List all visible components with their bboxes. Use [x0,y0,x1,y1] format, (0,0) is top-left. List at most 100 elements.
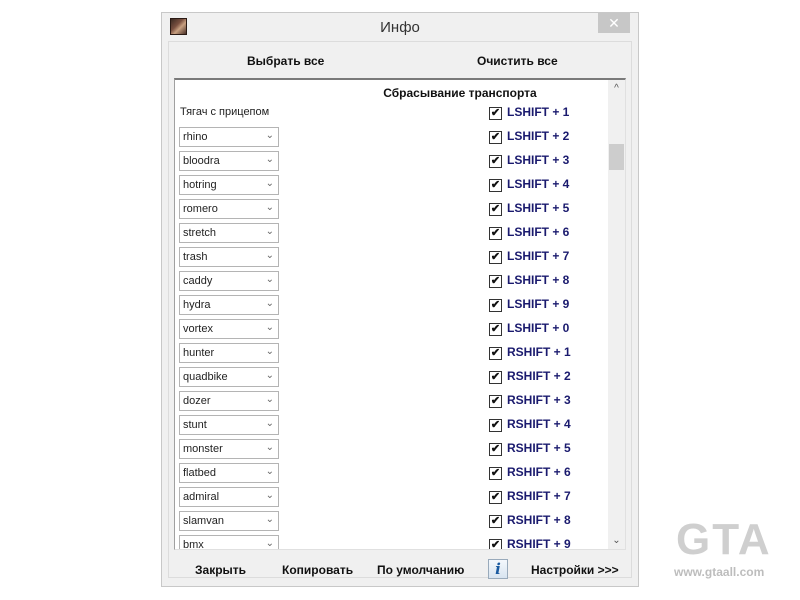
checkmark-icon: ✔ [490,227,501,239]
vehicle-select[interactable]: vortex ⌄ [179,319,279,339]
default-button[interactable]: По умолчанию [377,563,464,577]
hotkey-checkbox[interactable]: ✔ [489,539,502,550]
chevron-down-icon[interactable]: ⌄ [266,130,274,141]
chevron-down-icon[interactable]: ⌄ [266,370,274,381]
hotkey-checkbox[interactable]: ✔ [489,395,502,408]
vehicle-select[interactable]: hunter ⌄ [179,343,279,363]
info-button[interactable]: i [488,559,508,579]
checkmark-icon: ✔ [490,491,501,503]
chevron-down-icon[interactable]: ⌄ [266,226,274,237]
section-title: Сбрасывание транспорта [383,86,537,100]
vehicle-select[interactable]: hotring ⌄ [179,175,279,195]
scroll-down-arrow-icon[interactable]: ⌄ [608,532,625,549]
hotkey-checkbox[interactable]: ✔ [489,419,502,432]
vehicle-select[interactable]: bmx ⌄ [179,535,279,549]
hotkey-label: LSHIFT + 1 [507,105,570,119]
info-window: Инфо ✕ Выбрать все Очистить все Сбрасыва… [161,12,639,587]
chevron-down-icon[interactable]: ⌄ [266,274,274,285]
hotkey-label: LSHIFT + 9 [507,297,570,311]
checkmark-icon: ✔ [490,203,501,215]
hotkey-checkbox[interactable]: ✔ [489,515,502,528]
vehicle-select[interactable]: trash ⌄ [179,247,279,267]
scroll-up-arrow-icon[interactable]: ^ [608,80,625,97]
hotkey-checkbox[interactable]: ✔ [489,323,502,336]
vertical-scrollbar[interactable]: ^ ⌄ [608,80,625,549]
clear-all-button[interactable]: Очистить все [477,54,558,68]
vehicle-select[interactable]: rhino ⌄ [179,127,279,147]
checkmark-icon: ✔ [490,107,501,119]
vehicle-select[interactable]: romero ⌄ [179,199,279,219]
hotkey-checkbox[interactable]: ✔ [489,443,502,456]
hotkey-label: LSHIFT + 8 [507,273,570,287]
checkmark-icon: ✔ [490,419,501,431]
hotkey-checkbox[interactable]: ✔ [489,179,502,192]
list-row: stretch ⌄ ✔ LSHIFT + 6 [175,222,605,246]
vehicle-select[interactable]: admiral ⌄ [179,487,279,507]
vehicle-select-value: trash [183,251,208,263]
checkmark-icon: ✔ [490,155,501,167]
list-row: slamvan ⌄ ✔ RSHIFT + 8 [175,510,605,534]
vehicle-select[interactable]: flatbed ⌄ [179,463,279,483]
hotkey-checkbox[interactable]: ✔ [489,155,502,168]
list-row: bmx ⌄ ✔ RSHIFT + 9 [175,534,605,550]
checkmark-icon: ✔ [490,371,501,383]
vehicle-select[interactable]: quadbike ⌄ [179,367,279,387]
chevron-down-icon[interactable]: ⌄ [266,346,274,357]
vehicle-select[interactable]: slamvan ⌄ [179,511,279,531]
scroll-thumb[interactable] [609,144,624,170]
vehicle-select-value: stunt [183,419,207,431]
hotkey-label: RSHIFT + 5 [507,441,571,455]
chevron-down-icon[interactable]: ⌄ [266,298,274,309]
chevron-down-icon[interactable]: ⌄ [266,202,274,213]
vehicle-select-value: romero [183,203,218,215]
vehicle-select[interactable]: bloodra ⌄ [179,151,279,171]
vehicle-select-value: quadbike [183,371,228,383]
hotkey-checkbox[interactable]: ✔ [489,371,502,384]
chevron-down-icon[interactable]: ⌄ [266,490,274,501]
vehicle-select[interactable]: stretch ⌄ [179,223,279,243]
content-panel: Выбрать все Очистить все Сбрасывание тра… [168,41,632,579]
hotkey-checkbox[interactable]: ✔ [489,203,502,216]
close-button[interactable]: Закрыть [195,563,246,577]
hotkey-checkbox[interactable]: ✔ [489,131,502,144]
list-row: flatbed ⌄ ✔ RSHIFT + 6 [175,462,605,486]
hotkey-label: RSHIFT + 9 [507,537,571,550]
settings-button[interactable]: Настройки >>> [531,563,619,577]
vehicle-select[interactable]: stunt ⌄ [179,415,279,435]
chevron-down-icon[interactable]: ⌄ [266,394,274,405]
hotkey-checkbox[interactable]: ✔ [489,347,502,360]
chevron-down-icon[interactable]: ⌄ [266,178,274,189]
hotkey-label: LSHIFT + 6 [507,225,570,239]
watermark-logo: GTA www.gtaall.com [672,515,792,590]
hotkey-checkbox[interactable]: ✔ [489,299,502,312]
vehicle-select[interactable]: caddy ⌄ [179,271,279,291]
hotkey-label: LSHIFT + 7 [507,249,570,263]
hotkey-checkbox[interactable]: ✔ [489,467,502,480]
select-all-button[interactable]: Выбрать все [247,54,324,68]
hotkey-checkbox[interactable]: ✔ [489,275,502,288]
vehicle-select[interactable]: dozer ⌄ [179,391,279,411]
chevron-down-icon[interactable]: ⌄ [266,514,274,525]
chevron-down-icon[interactable]: ⌄ [266,418,274,429]
list-row: hotring ⌄ ✔ LSHIFT + 4 [175,174,605,198]
list-row: rhino ⌄ ✔ LSHIFT + 2 [175,126,605,150]
checkmark-icon: ✔ [490,539,501,550]
vehicle-select-value: rhino [183,131,208,143]
chevron-down-icon[interactable]: ⌄ [266,466,274,477]
chevron-down-icon[interactable]: ⌄ [266,538,274,549]
hotkey-checkbox[interactable]: ✔ [489,251,502,264]
vehicle-select[interactable]: monster ⌄ [179,439,279,459]
vehicle-select[interactable]: hydra ⌄ [179,295,279,315]
copy-button[interactable]: Копировать [282,563,353,577]
chevron-down-icon[interactable]: ⌄ [266,250,274,261]
vehicle-select-value: slamvan [183,515,224,527]
close-window-button[interactable]: ✕ [598,13,630,33]
hotkey-checkbox[interactable]: ✔ [489,491,502,504]
chevron-down-icon[interactable]: ⌄ [266,442,274,453]
hotkey-checkbox[interactable]: ✔ [489,107,502,120]
chevron-down-icon[interactable]: ⌄ [266,154,274,165]
checkmark-icon: ✔ [490,299,501,311]
chevron-down-icon[interactable]: ⌄ [266,322,274,333]
hotkey-checkbox[interactable]: ✔ [489,227,502,240]
info-icon: i [495,560,501,578]
